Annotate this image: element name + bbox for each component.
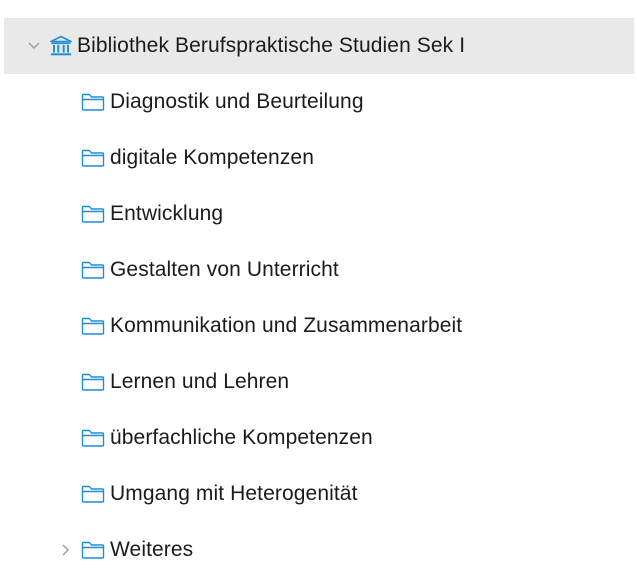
tree-item-lernen[interactable]: Lernen und Lehren (0, 354, 637, 410)
tree-root-row[interactable]: Bibliothek Berufspraktische Studien Sek … (4, 18, 634, 74)
tree-item-label: überfachliche Kompetenzen (110, 426, 373, 449)
tree-item-diagnostik[interactable]: Diagnostik und Beurteilung (0, 74, 637, 130)
tree-item-label: Gestalten von Unterricht (110, 258, 339, 281)
tree-item-label: Umgang mit Heterogenität (110, 482, 358, 505)
tree-item-ueberfachlich[interactable]: überfachliche Kompetenzen (0, 410, 637, 466)
tree-item-weiteres[interactable]: Weiteres (0, 522, 637, 578)
folder-icon (81, 428, 105, 448)
tree-item-digitale-kompetenzen[interactable]: digitale Kompetenzen (0, 130, 637, 186)
tree-item-label: Kommunikation und Zusammenarbeit (110, 314, 463, 337)
library-icon (50, 35, 72, 57)
tree-item-gestalten[interactable]: Gestalten von Unterricht (0, 242, 637, 298)
tree-item-kommunikation[interactable]: Kommunikation und Zusammenarbeit (0, 298, 637, 354)
tree-item-label: digitale Kompetenzen (110, 146, 314, 169)
chevron-down-icon[interactable] (26, 38, 42, 54)
tree-root-label: Bibliothek Berufspraktische Studien Sek … (77, 34, 466, 57)
tree-item-entwicklung[interactable]: Entwicklung (0, 186, 637, 242)
folder-icon (81, 316, 105, 336)
folder-icon (81, 148, 105, 168)
folder-icon (81, 540, 105, 560)
folder-icon (81, 372, 105, 392)
folder-icon (81, 484, 105, 504)
tree-item-label: Lernen und Lehren (110, 370, 290, 393)
folder-icon (81, 204, 105, 224)
tree-item-label: Diagnostik und Beurteilung (110, 90, 364, 113)
library-tree: Bibliothek Berufspraktische Studien Sek … (0, 0, 637, 574)
tree-item-label: Weiteres (110, 538, 194, 561)
chevron-right-icon[interactable] (58, 542, 74, 558)
folder-icon (81, 260, 105, 280)
tree-item-label: Entwicklung (110, 202, 224, 225)
tree-item-heterogenitaet[interactable]: Umgang mit Heterogenität (0, 466, 637, 522)
folder-icon (81, 92, 105, 112)
